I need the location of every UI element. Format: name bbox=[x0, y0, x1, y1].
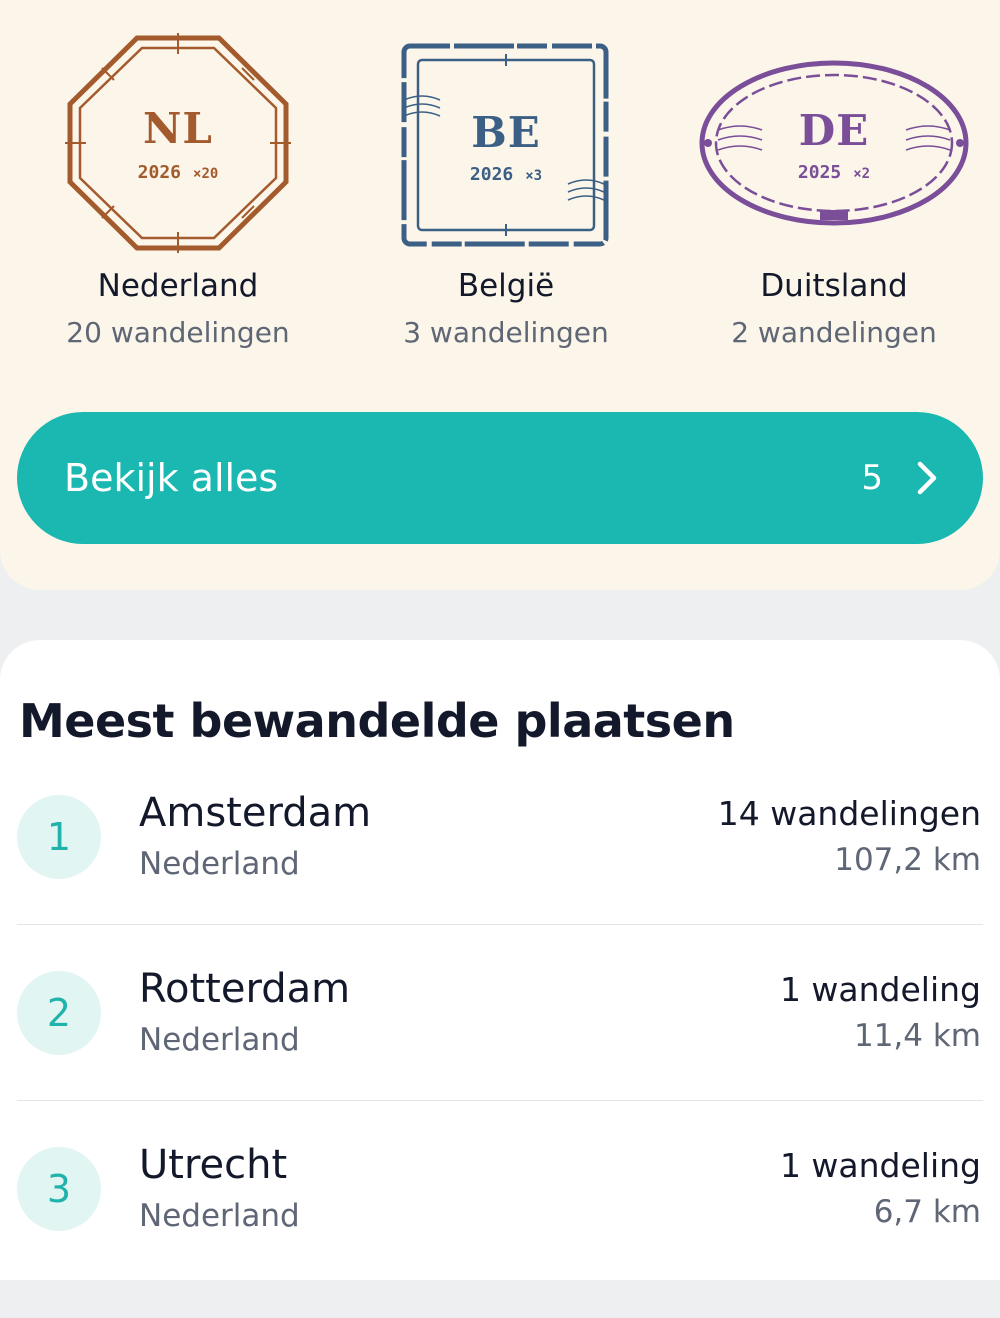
place-name: Rotterdam bbox=[139, 966, 351, 1012]
rank-badge: 1 bbox=[17, 795, 101, 879]
stamp-multiplier: ×3 bbox=[525, 168, 543, 184]
divider bbox=[17, 1100, 983, 1101]
stamp-year-text: 2025 bbox=[797, 162, 842, 183]
place-walk-count: 14 wandelingen bbox=[717, 794, 981, 833]
country-name: België bbox=[457, 268, 555, 304]
place-distance: 11,4 km bbox=[853, 1018, 981, 1054]
stamp-year-text: 2026 bbox=[469, 164, 514, 185]
place-name: Amsterdam bbox=[139, 790, 372, 836]
stamp-code: BE bbox=[471, 108, 541, 157]
country-name: Duitsland bbox=[760, 268, 908, 304]
place-walk-count: 1 wandeling bbox=[779, 1146, 981, 1185]
view-all-button[interactable]: Bekijk alles 5 bbox=[17, 412, 983, 544]
rank-badge: 3 bbox=[17, 1147, 101, 1231]
country-walk-count: 3 wandelingen bbox=[403, 316, 609, 349]
country-de[interactable]: Duitsland 2 wandelingen bbox=[684, 268, 984, 349]
stamp-year: 2026 ×20 bbox=[62, 162, 294, 183]
place-distance: 107,2 km bbox=[834, 842, 981, 878]
place-row-2[interactable]: 2 Rotterdam Nederland 1 wandeling 11,4 k… bbox=[0, 966, 1000, 1142]
country-stamps-card: NL 2026 ×20 BE 2026 ×3 DE 2025 ×2 Nederl… bbox=[0, 0, 1000, 590]
stamp-year: 2025 ×2 bbox=[698, 162, 970, 183]
place-row-3[interactable]: 3 Utrecht Nederland 1 wandeling 6,7 km bbox=[0, 1142, 1000, 1318]
place-country: Nederland bbox=[139, 1022, 300, 1058]
section-title: Meest bewandelde plaatsen bbox=[19, 694, 735, 748]
place-name: Utrecht bbox=[139, 1142, 288, 1188]
view-all-label: Bekijk alles bbox=[64, 456, 279, 500]
stamp-year-text: 2026 bbox=[137, 162, 182, 183]
stamp-multiplier: ×2 bbox=[853, 166, 871, 182]
place-distance: 6,7 km bbox=[873, 1194, 981, 1230]
rank-badge: 2 bbox=[17, 971, 101, 1055]
stamp-be[interactable]: BE 2026 ×3 bbox=[398, 38, 614, 250]
country-name: Nederland bbox=[97, 268, 259, 304]
stamp-year: 2026 ×3 bbox=[398, 164, 614, 185]
stamp-code: DE bbox=[798, 106, 870, 155]
place-country: Nederland bbox=[139, 1198, 300, 1234]
view-all-count: 5 bbox=[861, 458, 883, 498]
stamp-de[interactable]: DE 2025 ×2 bbox=[698, 58, 970, 228]
country-be[interactable]: België 3 wandelingen bbox=[356, 268, 656, 349]
place-country: Nederland bbox=[139, 846, 300, 882]
country-nl[interactable]: Nederland 20 wandelingen bbox=[28, 268, 328, 349]
divider bbox=[17, 924, 983, 925]
place-row-1[interactable]: 1 Amsterdam Nederland 14 wandelingen 107… bbox=[0, 790, 1000, 966]
stamp-multiplier: ×20 bbox=[193, 166, 219, 182]
stamp-nl[interactable]: NL 2026 ×20 bbox=[62, 32, 294, 254]
place-walk-count: 1 wandeling bbox=[779, 970, 981, 1009]
chevron-right-icon bbox=[917, 461, 937, 495]
stamp-code: NL bbox=[143, 104, 213, 153]
top-places-card: Meest bewandelde plaatsen 1 Amsterdam Ne… bbox=[0, 640, 1000, 1280]
country-walk-count: 20 wandelingen bbox=[66, 316, 290, 349]
country-walk-count: 2 wandelingen bbox=[731, 316, 937, 349]
